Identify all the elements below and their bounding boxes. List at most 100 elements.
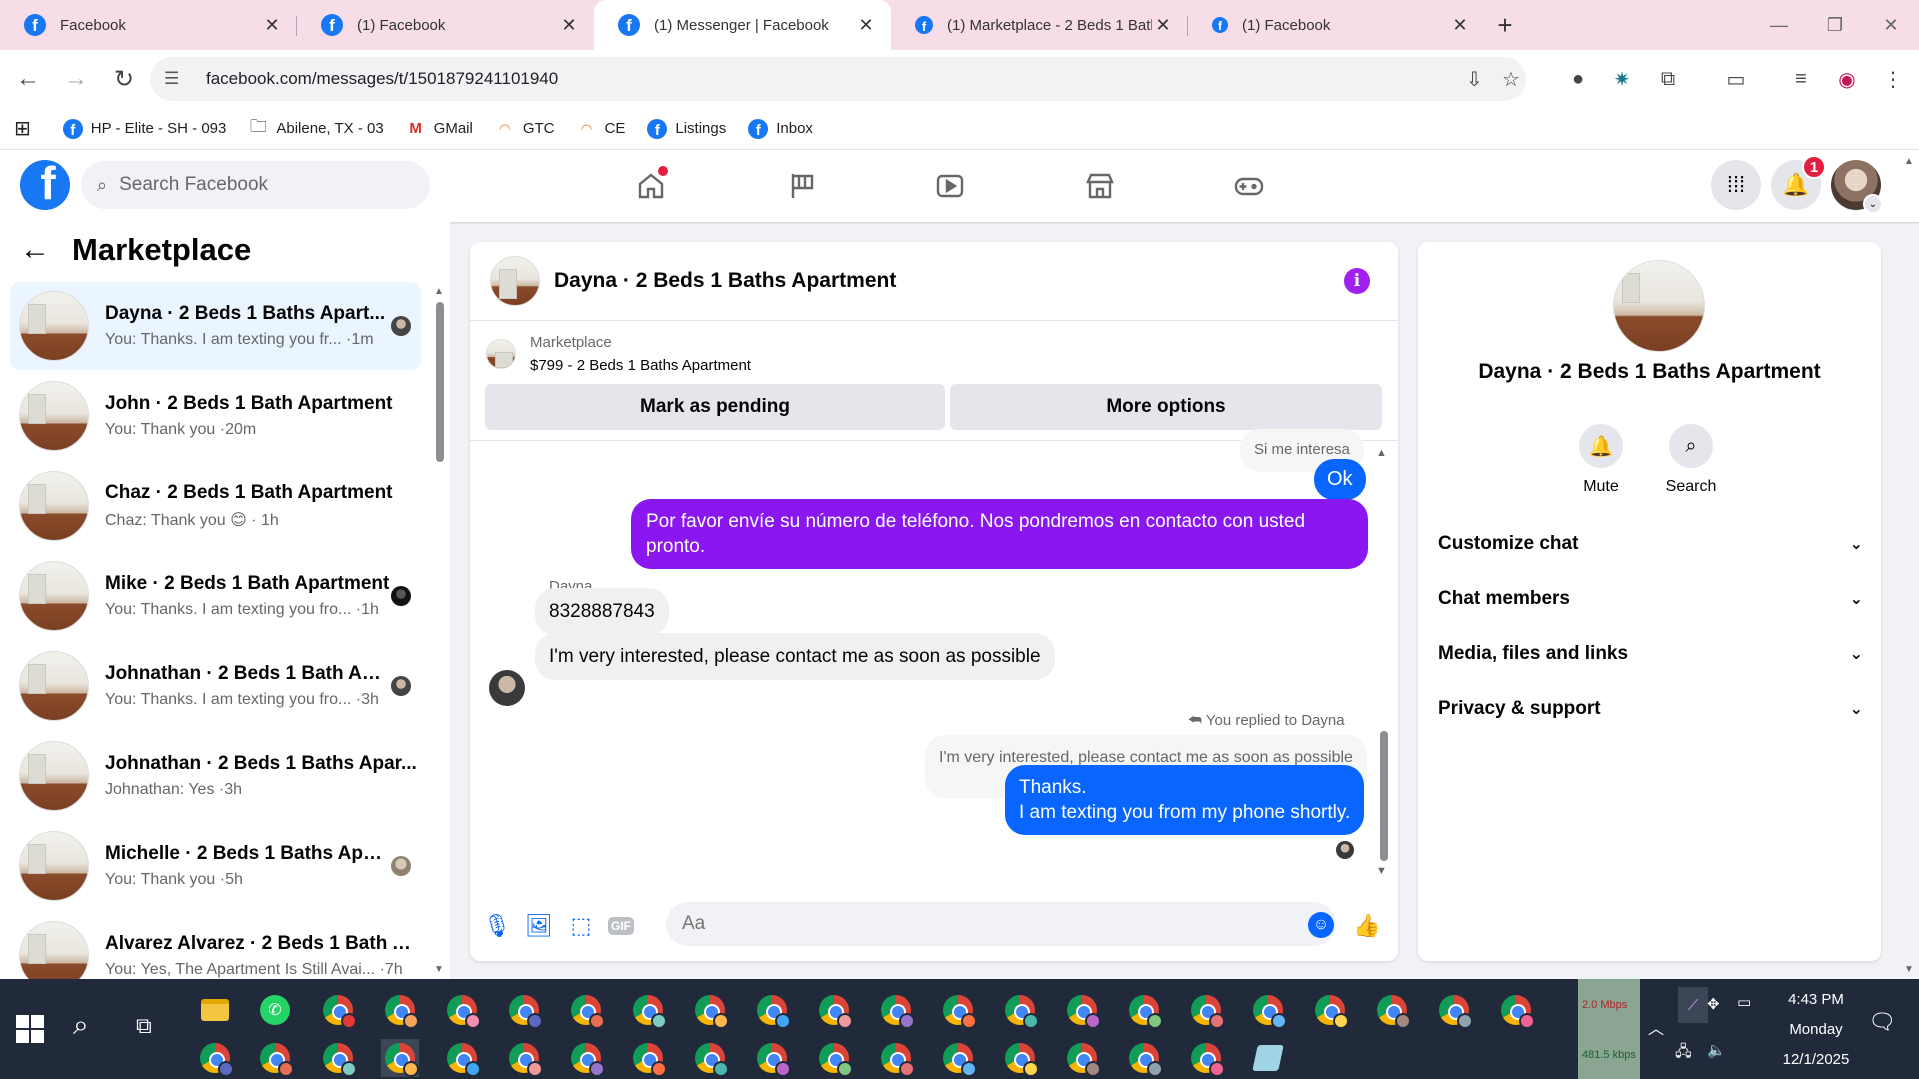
close-tab-icon[interactable]: ✕ xyxy=(558,15,580,36)
show-hidden-icons-icon[interactable]: ︿ xyxy=(1648,1015,1664,1039)
conversation-item-johnathan[interactable]: Johnathan · 2 Beds 1 Bath Apa... You: Th… xyxy=(10,642,421,730)
chrome-profile-icon[interactable] xyxy=(567,991,605,1029)
avatar[interactable] xyxy=(489,670,525,706)
chrome-profile-icon[interactable] xyxy=(629,991,667,1029)
sticker-icon[interactable]: ⬚ xyxy=(566,911,596,941)
conversation-item-dayna[interactable]: Dayna · 2 Beds 1 Baths Apart... You: Tha… xyxy=(10,282,421,370)
back-icon[interactable]: ← xyxy=(6,57,50,101)
info-icon[interactable]: i xyxy=(1344,268,1370,294)
restore-icon[interactable]: ❐ xyxy=(1807,0,1863,50)
chrome-profile-icon[interactable] xyxy=(1125,991,1163,1029)
reload-icon[interactable]: ↻ xyxy=(102,57,146,101)
minimize-icon[interactable]: — xyxy=(1751,0,1807,50)
chrome-profile-icon[interactable] xyxy=(256,1039,294,1077)
dropbox-icon[interactable]: ✥ xyxy=(1707,995,1720,1013)
browser-tab[interactable]: f Facebook ✕ xyxy=(0,0,297,50)
video-nav-icon[interactable] xyxy=(895,162,1005,210)
more-options-button[interactable]: More options xyxy=(950,384,1382,430)
address-bar[interactable]: ☰ facebook.com/messages/t/15018792411019… xyxy=(150,57,1526,101)
chrome-profile-icon[interactable] xyxy=(691,991,729,1029)
chrome-profile-icon[interactable] xyxy=(939,991,977,1029)
volume-icon[interactable]: 🔈 xyxy=(1707,1041,1726,1059)
notification-center-icon[interactable]: 🗨 xyxy=(1868,1009,1896,1035)
conversation-item-mike[interactable]: Mike · 2 Beds 1 Bath Apartment You: Than… xyxy=(10,552,421,640)
bookmark-item[interactable]: f HP - Elite - SH - 093 xyxy=(62,118,226,139)
chrome-profile-icon[interactable] xyxy=(1373,991,1411,1029)
bookmark-item[interactable]: ◠ GTC xyxy=(495,119,554,139)
task-view-icon[interactable]: ⧉ xyxy=(136,1013,152,1039)
chrome-profile-icon[interactable] xyxy=(877,1039,915,1077)
photo-icon[interactable]: 🖼 xyxy=(524,911,554,941)
close-tab-icon[interactable]: ✕ xyxy=(855,15,877,36)
search-icon[interactable]: ⌕ xyxy=(73,1009,89,1042)
section-chat-members[interactable]: Chat members ⌄ xyxy=(1438,579,1863,619)
chrome-profile-icon[interactable] xyxy=(753,1039,791,1077)
chrome-profile-icon[interactable] xyxy=(629,1039,667,1077)
sidebar-scrollbar[interactable] xyxy=(436,302,444,462)
apps-grid-icon[interactable]: ⊞ xyxy=(14,116,31,141)
site-settings-icon[interactable]: ☰ xyxy=(164,69,188,89)
install-app-icon[interactable]: ⇩ xyxy=(1466,67,1483,92)
media-control-icon[interactable]: ≡ xyxy=(1786,64,1816,94)
gif-icon[interactable]: GIF xyxy=(606,911,636,941)
listing-thumbnail[interactable] xyxy=(1613,260,1705,352)
thumbs-up-icon[interactable]: 👍 xyxy=(1352,911,1382,941)
windows-start-icon[interactable] xyxy=(16,1015,44,1043)
page-scroll-up-icon[interactable]: ▲ xyxy=(1904,156,1914,167)
close-tab-icon[interactable]: ✕ xyxy=(1152,15,1174,36)
facebook-logo-icon[interactable]: f xyxy=(20,160,70,210)
clock-date[interactable]: 12/1/2025 xyxy=(1766,1051,1866,1068)
chrome-profile-icon[interactable] xyxy=(196,1039,234,1077)
chat-scrollbar[interactable] xyxy=(1380,731,1388,861)
chrome-profile-icon[interactable] xyxy=(753,991,791,1029)
section-customize-chat[interactable]: Customize chat ⌄ xyxy=(1438,524,1863,564)
bookmark-item[interactable]: ◠ CE xyxy=(577,119,626,139)
close-tab-icon[interactable]: ✕ xyxy=(1449,15,1471,36)
marketplace-nav-icon[interactable] xyxy=(1045,162,1155,210)
extensions-puzzle-icon[interactable]: ⧉ xyxy=(1653,64,1683,94)
chat-title[interactable]: Dayna · 2 Beds 1 Baths Apartment xyxy=(554,269,896,293)
pages-nav-icon[interactable] xyxy=(747,162,857,210)
scroll-down-arrow-icon[interactable]: ▼ xyxy=(1376,865,1387,877)
chrome-profile-icon[interactable] xyxy=(691,1039,729,1077)
conversation-item-chaz[interactable]: Chaz · 2 Beds 1 Bath Apartment Chaz: Tha… xyxy=(10,462,421,550)
bookmark-item[interactable]: f Listings xyxy=(647,118,726,139)
chrome-profile-icon[interactable] xyxy=(1001,1039,1039,1077)
chrome-profile-icon[interactable] xyxy=(1311,991,1349,1029)
browser-tab[interactable]: f (1) Marketplace - 2 Beds 1 Bath ✕ xyxy=(891,0,1188,50)
chrome-profile-icon[interactable] xyxy=(1125,1039,1163,1077)
page-scroll-down-icon[interactable]: ▼ xyxy=(1904,964,1914,975)
browser-tab[interactable]: f (1) Facebook ✕ xyxy=(297,0,594,50)
browser-tab-active[interactable]: f (1) Messenger | Facebook ✕ xyxy=(594,0,891,50)
bookmark-item[interactable]: 🗀 Abilene, TX - 03 xyxy=(248,117,384,139)
chrome-profile-icon[interactable] xyxy=(877,991,915,1029)
conversation-item-johnathan-2[interactable]: Johnathan · 2 Beds 1 Baths Apar... Johna… xyxy=(10,732,421,820)
emoji-icon[interactable]: ☺ xyxy=(1308,912,1334,938)
bookmark-star-icon[interactable]: ☆ xyxy=(1502,67,1520,92)
chrome-profile-icon[interactable] xyxy=(381,991,419,1029)
bookmark-item[interactable]: M GMail xyxy=(406,119,472,139)
clock-day[interactable]: Monday xyxy=(1776,1021,1856,1038)
search-button[interactable]: ⌕ Search xyxy=(1651,424,1731,496)
facebook-search-input[interactable]: ⌕ Search Facebook xyxy=(81,161,430,209)
chrome-profile-icon[interactable] xyxy=(381,1039,419,1077)
chrome-profile-icon[interactable] xyxy=(1497,991,1535,1029)
chrome-profile-icon[interactable] xyxy=(1187,991,1225,1029)
extension-icon[interactable]: ✷ xyxy=(1607,64,1637,94)
bookmark-item[interactable]: f Inbox xyxy=(748,118,813,139)
cookie-extension-icon[interactable]: ● xyxy=(1563,64,1593,94)
gaming-nav-icon[interactable] xyxy=(1194,162,1304,210)
forward-icon[interactable]: → xyxy=(54,57,98,101)
whatsapp-icon[interactable]: ✆ xyxy=(256,991,294,1029)
close-window-icon[interactable]: ✕ xyxy=(1863,0,1919,50)
notes-app-icon[interactable] xyxy=(1249,1039,1287,1077)
scroll-up-arrow-icon[interactable]: ▲ xyxy=(434,286,444,297)
feather-app-icon[interactable]: ⟋ xyxy=(1678,987,1708,1023)
file-explorer-icon[interactable] xyxy=(196,991,234,1029)
listing-thumbnail[interactable] xyxy=(490,256,540,306)
chrome-profile-icon[interactable] xyxy=(319,1039,357,1077)
chrome-profile-icon[interactable] xyxy=(1249,991,1287,1029)
section-media-files-links[interactable]: Media, files and links ⌄ xyxy=(1438,634,1863,674)
chrome-profile-icon[interactable] xyxy=(1063,1039,1101,1077)
new-tab-icon[interactable]: + xyxy=(1485,0,1525,50)
